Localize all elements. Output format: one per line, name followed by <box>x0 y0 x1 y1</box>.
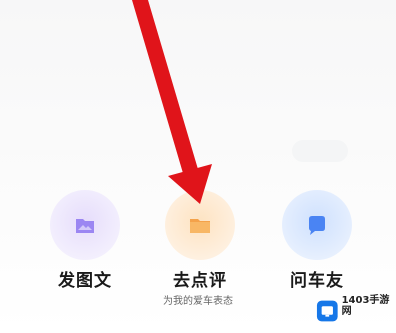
post-label: 发图文 <box>58 271 112 291</box>
action-sheet: 发图文 去点评 问车友 为我的爱车表态 <box>0 0 396 333</box>
review-icon-bubble <box>165 190 235 260</box>
image-post-icon <box>76 219 94 233</box>
watermark-subtitle <box>342 317 396 328</box>
review-icon <box>190 219 210 233</box>
watermark-logo-icon <box>316 300 338 322</box>
site-watermark: 1403手游网 <box>316 294 396 328</box>
watermark-title: 1403手游网 <box>341 294 390 317</box>
ask-icon-bubble <box>282 190 352 260</box>
review-hint: 为我的爱车表态 <box>163 296 233 307</box>
go-review-button[interactable]: 去点评 <box>145 190 255 291</box>
post-icon-bubble <box>50 190 120 260</box>
post-image-text-button[interactable]: 发图文 <box>30 190 140 291</box>
chat-bubble-icon <box>309 216 325 235</box>
faded-chip <box>292 140 348 162</box>
ask-label: 问车友 <box>290 271 344 291</box>
ask-car-friends-button[interactable]: 问车友 <box>262 190 372 291</box>
review-label: 去点评 <box>173 271 227 291</box>
